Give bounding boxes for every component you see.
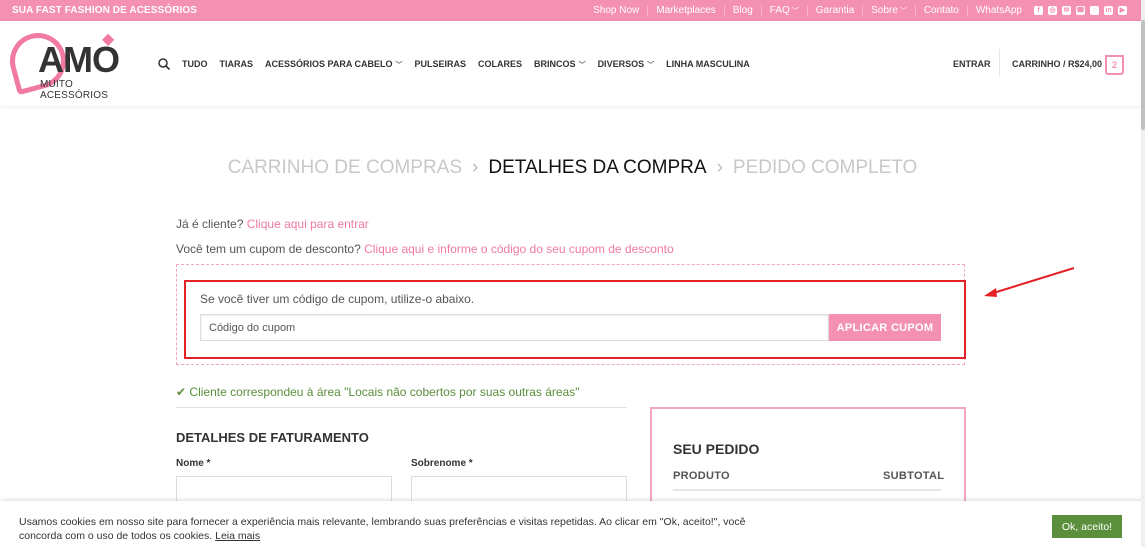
nav-item-linha-masculina[interactable]: LINHA MASCULINA	[666, 59, 750, 70]
order-title: SEU PEDIDO	[673, 441, 760, 457]
cart-count-icon[interactable]: 2	[1105, 55, 1124, 75]
whatsapp-icon[interactable]: ◌	[1090, 6, 1099, 15]
billing-title: DETALHES DE FATURAMENTO	[176, 430, 369, 445]
nav-item-brincos[interactable]: BRINCOS ﹀	[534, 59, 586, 70]
site-header: AMO ◆ MUITO ACESSÓRIOS TUDO TIARAS ACESS…	[0, 21, 1145, 106]
main-nav: TUDO TIARAS ACESSÓRIOS PARA CABELO ﹀ PULS…	[182, 59, 762, 70]
coupon-code-input[interactable]	[200, 314, 829, 341]
first-name-label: Nome *	[176, 458, 211, 469]
chevron-down-icon: ﹀	[647, 62, 655, 69]
returning-text: Já é cliente?	[176, 217, 247, 231]
top-link-label: WhatsApp	[975, 5, 1022, 16]
nav-label: BRINCOS	[534, 59, 576, 69]
cookie-text: Usamos cookies em nosso site para fornec…	[19, 515, 779, 543]
logo[interactable]: AMO ◆ MUITO ACESSÓRIOS	[3, 26, 140, 101]
top-link-whatsapp[interactable]: WhatsApp	[966, 5, 1030, 16]
top-link-contato[interactable]: Contato	[914, 5, 967, 16]
facebook-icon[interactable]: f	[1034, 6, 1043, 15]
cookie-read-more-link[interactable]: Leia mais	[215, 530, 260, 542]
top-link-label: Contato	[923, 5, 959, 16]
chevron-down-icon: ﹀	[899, 8, 907, 15]
apply-coupon-button[interactable]: APLICAR CUPOM	[829, 314, 941, 341]
chevron-right-icon: ›	[472, 157, 479, 178]
top-link-label: Blog	[732, 5, 753, 16]
nav-item-colares[interactable]: COLARES	[478, 59, 522, 70]
checkout-steps: CARRINHO DE COMPRAS › DETALHES DA COMPRA › P…	[0, 157, 1145, 179]
top-bar: SUA FAST FASHION DE ACESSÓRIOS Shop Now …	[0, 0, 1145, 21]
top-link-faq[interactable]: FAQ ﹀	[760, 5, 807, 16]
nav-item-diversos[interactable]: DIVERSOS ﹀	[598, 59, 655, 70]
login-link[interactable]: ENTRAR	[953, 59, 991, 69]
nav-item-pulseiras[interactable]: PULSEIRAS	[415, 59, 467, 70]
chevron-right-icon: ›	[716, 157, 723, 178]
last-name-label: Sobrenome *	[411, 458, 473, 469]
top-link-label: Garantia	[815, 5, 855, 16]
coupon-hint: Se você tiver um código de cupom, utiliz…	[200, 292, 475, 306]
nav-item-tiaras[interactable]: TIARAS	[220, 59, 254, 70]
step-complete: PEDIDO COMPLETO	[732, 157, 918, 178]
header-divider	[999, 49, 1000, 77]
top-link-marketplaces[interactable]: Marketplaces	[647, 5, 723, 16]
nav-item-acessorios-cabelo[interactable]: ACESSÓRIOS PARA CABELO ﹀	[265, 59, 403, 70]
top-link-label: Marketplaces	[656, 5, 716, 16]
cookie-message: Usamos cookies em nosso site para fornec…	[19, 516, 746, 542]
cookie-banner: Usamos cookies em nosso site para fornec…	[0, 501, 1145, 547]
annotation-arrow-icon	[984, 267, 1075, 297]
top-link-label: Sobre	[871, 5, 898, 16]
top-link-shop-now[interactable]: Shop Now	[585, 5, 647, 16]
nav-label: DIVERSOS	[597, 59, 645, 69]
order-col-subtotal: SUBTOTAL	[883, 470, 945, 482]
shipping-zone-notice: ✔ Cliente correspondeu à área "Locais nã…	[176, 385, 580, 399]
returning-customer-notice: Já é cliente? Clique aqui para entrar	[176, 217, 369, 231]
nav-label: LINHA MASCULINA	[666, 59, 750, 69]
scrollbar-thumb[interactable]	[1141, 20, 1145, 130]
email-icon[interactable]: ✉	[1062, 6, 1071, 15]
nav-label: ACESSÓRIOS PARA CABELO	[265, 59, 393, 69]
chevron-down-icon: ﹀	[395, 62, 403, 69]
logo-subtitle: MUITO ACESSÓRIOS	[40, 79, 109, 101]
top-link-label: FAQ	[769, 5, 790, 16]
phone-icon[interactable]: ☎	[1076, 6, 1085, 15]
cart-link[interactable]: CARRINHO / R$24,00	[1012, 59, 1102, 69]
chevron-down-icon: ﹀	[578, 62, 586, 69]
nav-label: TUDO	[182, 59, 208, 69]
shipping-zone-text: Cliente correspondeu à área "Locais não …	[189, 385, 580, 399]
chevron-down-icon: ﹀	[791, 8, 799, 15]
instagram-icon[interactable]: ◎	[1048, 6, 1057, 15]
nav-label: PULSEIRAS	[414, 59, 467, 69]
coupon-notice: Você tem um cupom de desconto? Clique aq…	[176, 242, 674, 256]
diamond-icon: ◆	[102, 31, 115, 48]
check-icon: ✔	[176, 385, 187, 399]
search-icon[interactable]	[158, 58, 170, 70]
step-cart[interactable]: CARRINHO DE COMPRAS	[228, 157, 462, 178]
tagline: SUA FAST FASHION DE ACESSÓRIOS	[12, 5, 198, 16]
order-divider	[673, 489, 941, 491]
social-icons: f ◎ ✉ ☎ ◌ in ▶	[1034, 6, 1127, 15]
top-link-sobre[interactable]: Sobre ﹀	[862, 5, 915, 16]
top-link-label: Shop Now	[593, 5, 640, 16]
linkedin-icon[interactable]: in	[1104, 6, 1113, 15]
divider	[176, 407, 627, 408]
top-link-garantia[interactable]: Garantia	[806, 5, 862, 16]
coupon-question: Você tem um cupom de desconto?	[176, 242, 365, 256]
nav-label: COLARES	[478, 59, 523, 69]
top-nav: Shop Now Marketplaces Blog FAQ ﹀ Garantia…	[585, 0, 1127, 21]
top-link-blog[interactable]: Blog	[723, 5, 761, 16]
login-toggle-link[interactable]: Clique aqui para entrar	[247, 217, 369, 231]
step-details: DETALHES DA COMPRA	[488, 157, 707, 178]
nav-item-tudo[interactable]: TUDO	[182, 59, 208, 70]
coupon-toggle-link[interactable]: Clique aqui e informe o código do seu cu…	[364, 242, 674, 256]
nav-label: TIARAS	[219, 59, 254, 69]
order-col-product: PRODUTO	[673, 470, 730, 482]
cookie-accept-button[interactable]: Ok, aceito!	[1052, 515, 1122, 538]
youtube-icon[interactable]: ▶	[1118, 6, 1127, 15]
